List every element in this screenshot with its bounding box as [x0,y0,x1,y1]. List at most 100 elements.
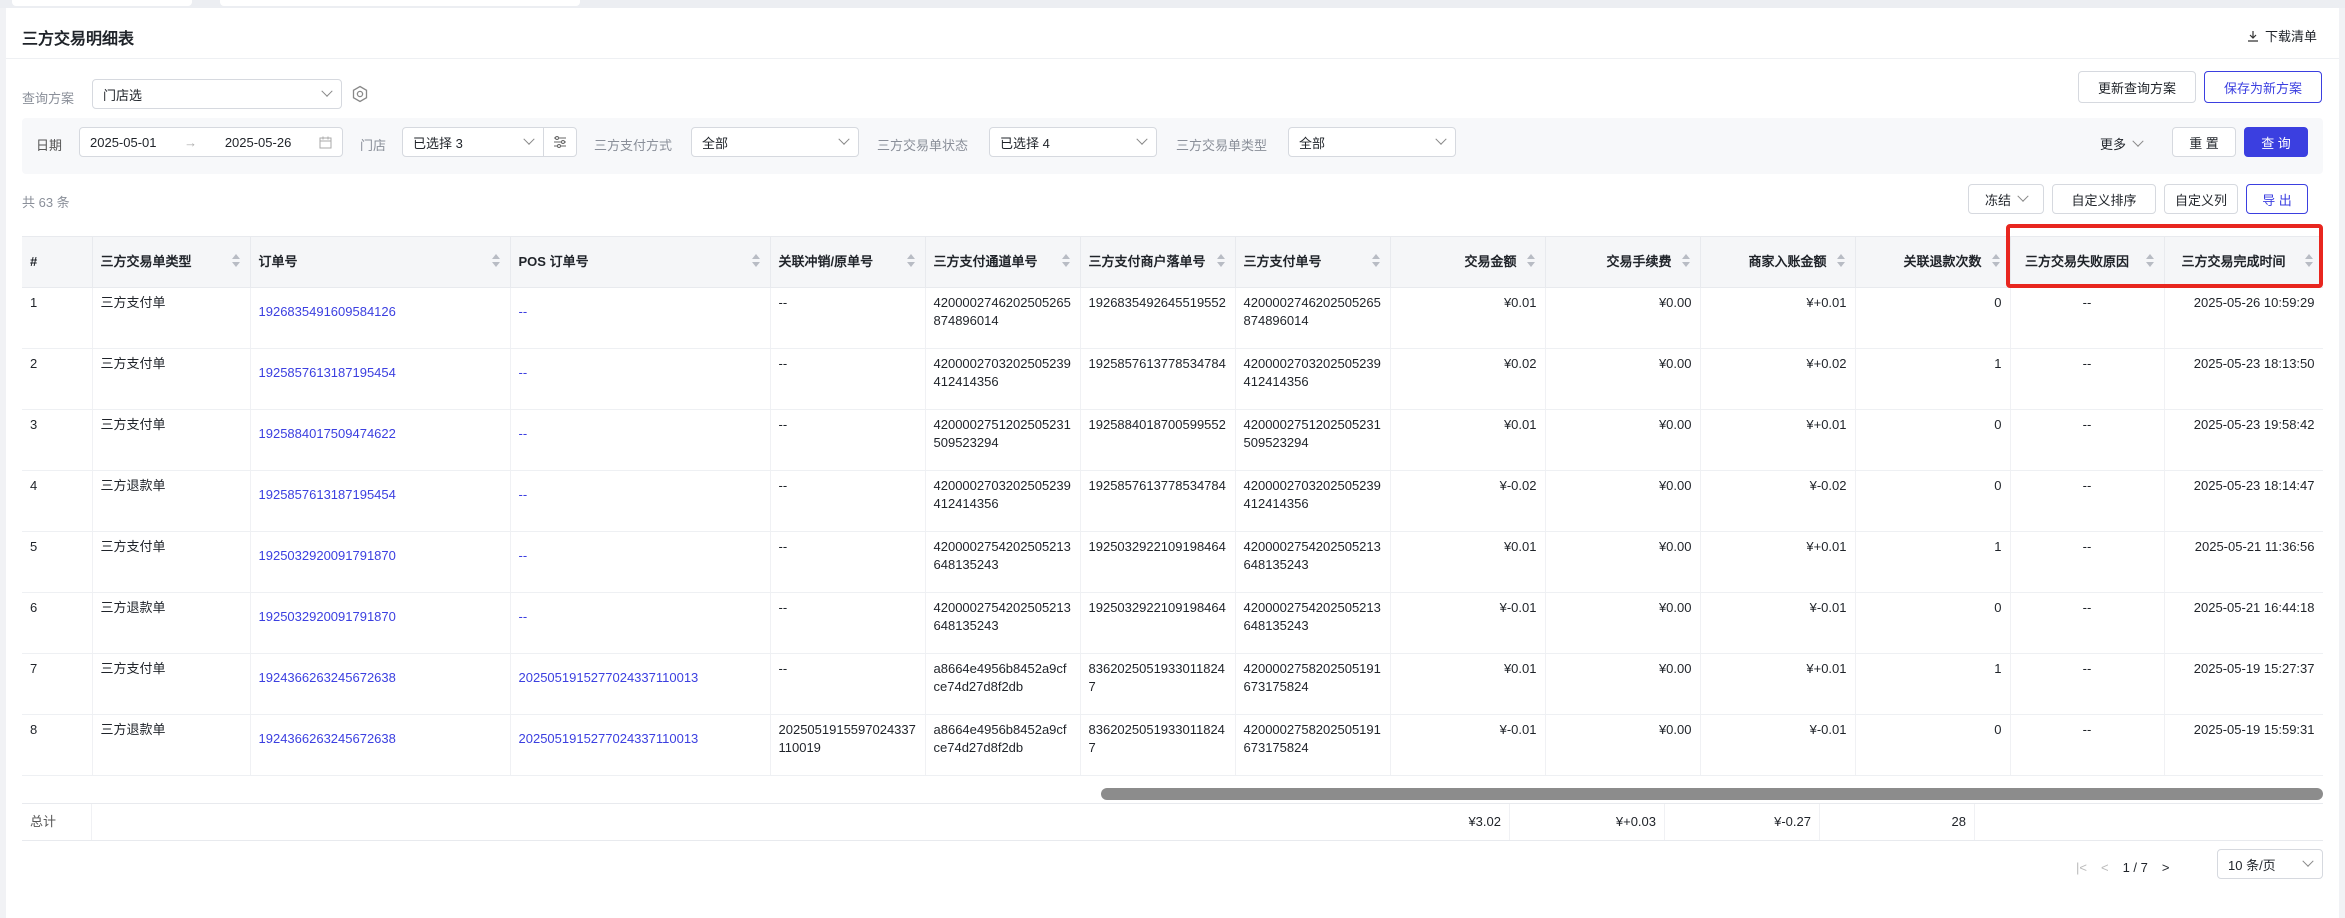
column-header-4[interactable]: 关联冲销/原单号 [770,237,926,288]
cell-rel: -- [770,531,926,593]
cell-n: 4 [22,470,93,532]
next-page-icon[interactable]: > [2162,860,2170,875]
update-scheme-button[interactable]: 更新查询方案 [2078,71,2196,103]
column-header-8[interactable]: 交易金额 [1390,237,1546,288]
cell-order[interactable]: 1925857613187195454 [250,348,511,410]
sort-icon[interactable] [906,254,915,268]
cell-order[interactable]: 1925032920091791870 [250,531,511,593]
cell-amt: ¥0.01 [1390,409,1546,471]
sort-icon[interactable] [751,254,760,268]
cell-rel: -- [770,348,926,410]
export-button[interactable]: 导 出 [2246,184,2308,214]
cell-time: 2025-05-21 16:44:18 [2164,592,2323,654]
save-scheme-button[interactable]: 保存为新方案 [2204,71,2322,103]
cell-fee: ¥0.00 [1545,287,1701,349]
query-button[interactable]: 查 询 [2244,127,2308,157]
sort-icon[interactable] [1061,254,1070,268]
cell-amt: ¥0.01 [1390,287,1546,349]
column-header-5[interactable]: 三方支付通道单号 [925,237,1081,288]
table-row[interactable]: 1 三方支付单 1926835491609584126 -- -- 42000027462… [22,287,2323,349]
first-page-icon[interactable]: |< [2076,860,2087,875]
sort-icon[interactable] [231,254,240,268]
cell-merch: 1926835492645519552 [1080,287,1236,349]
sort-icon[interactable] [1836,254,1845,268]
sort-icon[interactable] [1991,254,2000,268]
sort-icon[interactable] [1216,254,1225,268]
download-icon [2247,30,2258,42]
prev-page-icon[interactable]: < [2101,860,2109,875]
table-row[interactable]: 7 三方支付单 1924366263245672638 202505191527702… [22,653,2323,715]
cell-time: 2025-05-23 18:14:47 [2164,470,2323,532]
download-list-button[interactable]: 下载清单 [2247,26,2317,45]
column-header-6[interactable]: 三方支付商户落单号 [1080,237,1236,288]
cell-order[interactable]: 1924366263245672638 [250,653,511,715]
page-indicator: 1 / 7 [2123,860,2148,875]
reset-button[interactable]: 重 置 [2172,127,2236,157]
column-header-1[interactable]: 三方交易单类型 [92,237,251,288]
column-header-10[interactable]: 商家入账金额 [1700,237,1856,288]
freeze-button[interactable]: 冻结 [1968,184,2044,214]
cell-refunds: 0 [1855,592,2011,654]
column-header-3[interactable]: POS 订单号 [510,237,771,288]
column-header-label: 三方支付商户落单号 [1088,253,1206,269]
cell-pos: -- [510,470,771,532]
column-header-11[interactable]: 关联退款次数 [1855,237,2011,288]
status-value: 已选择 4 [1000,135,1050,151]
pagination: |< < 1 / 7 > [2076,860,2170,875]
cell-pos[interactable]: 2025051915277024337110013 [510,653,771,715]
pay-method-select[interactable]: 全部 [691,127,859,157]
table-row[interactable]: 5 三方支付单 1925032920091791870 -- -- 42000027542… [22,531,2323,593]
cell-pos: -- [510,287,771,349]
page-size-select[interactable]: 10 条/页 [2217,849,2323,879]
date-range-picker[interactable]: 2025-05-01 → 2025-05-26 [79,127,343,157]
scheme-select[interactable]: 门店选 [92,79,342,109]
cell-ch: 4200002703202505239412414356 [925,348,1081,410]
table-row[interactable]: 8 三方退款单 1924366263245672638 202505191527702… [22,714,2323,776]
sort-icon[interactable] [1526,254,1535,268]
calendar-icon [319,136,332,148]
table-row[interactable]: 6 三方退款单 1925032920091791870 -- -- 42000027542… [22,592,2323,654]
cell-order[interactable]: 1925032920091791870 [250,592,511,654]
column-header-7[interactable]: 三方支付单号 [1235,237,1391,288]
status-select[interactable]: 已选择 4 [989,127,1157,157]
more-filters-button[interactable]: 更多 [2100,134,2144,153]
horizontal-scrollbar[interactable] [1101,788,2323,800]
cell-ch: 4200002703202505239412414356 [925,470,1081,532]
sort-icon[interactable] [1681,254,1690,268]
table-row[interactable]: 2 三方支付单 1925857613187195454 -- -- 42000027032… [22,348,2323,410]
chevron-down-icon [2132,135,2144,147]
cell-net: ¥-0.01 [1700,592,1856,654]
cell-merch: 1925032922109198464 [1080,592,1236,654]
type-select[interactable]: 全部 [1288,127,1456,157]
cell-net: ¥+0.01 [1700,409,1856,471]
cell-reason: -- [2010,592,2165,654]
store-select[interactable]: 已选择 3 [402,127,544,157]
column-header-label: 三方支付通道单号 [933,253,1038,269]
custom-sort-button[interactable]: 自定义排序 [2052,184,2156,214]
cell-order[interactable]: 1925857613187195454 [250,470,511,532]
cell-refunds: 0 [1855,409,2011,471]
table-row[interactable]: 4 三方退款单 1925857613187195454 -- -- 42000027032… [22,470,2323,532]
cell-reason: -- [2010,714,2165,776]
cell-refunds: 0 [1855,287,2011,349]
cell-order[interactable]: 1925884017509474622 [250,409,511,471]
cell-ch: 4200002754202505213648135243 [925,531,1081,593]
cell-order[interactable]: 1926835491609584126 [250,287,511,349]
column-header-9[interactable]: 交易手续费 [1545,237,1701,288]
cell-fee: ¥0.00 [1545,470,1701,532]
cell-order[interactable]: 1924366263245672638 [250,714,511,776]
table-row[interactable]: 3 三方支付单 1925884017509474622 -- -- 42000027512… [22,409,2323,471]
current-page: 1 [2122,860,2130,875]
pay-method-label: 三方支付方式 [594,138,673,153]
cell-net: ¥+0.01 [1700,653,1856,715]
report-page: 三方交易明细表 下载清单 查询方案 门店选 更新查询方案 保存为新方案 日期 2… [6,8,2339,918]
cell-amt: ¥0.01 [1390,653,1546,715]
sort-icon[interactable] [491,254,500,268]
filter-settings-icon [554,136,566,148]
cell-pos[interactable]: 2025051915277024337110013 [510,714,771,776]
column-header-2[interactable]: 订单号 [250,237,511,288]
settings-icon[interactable] [351,85,369,103]
sort-icon[interactable] [1371,254,1380,268]
custom-columns-button[interactable]: 自定义列 [2164,184,2238,214]
store-filter-button[interactable] [543,127,577,157]
